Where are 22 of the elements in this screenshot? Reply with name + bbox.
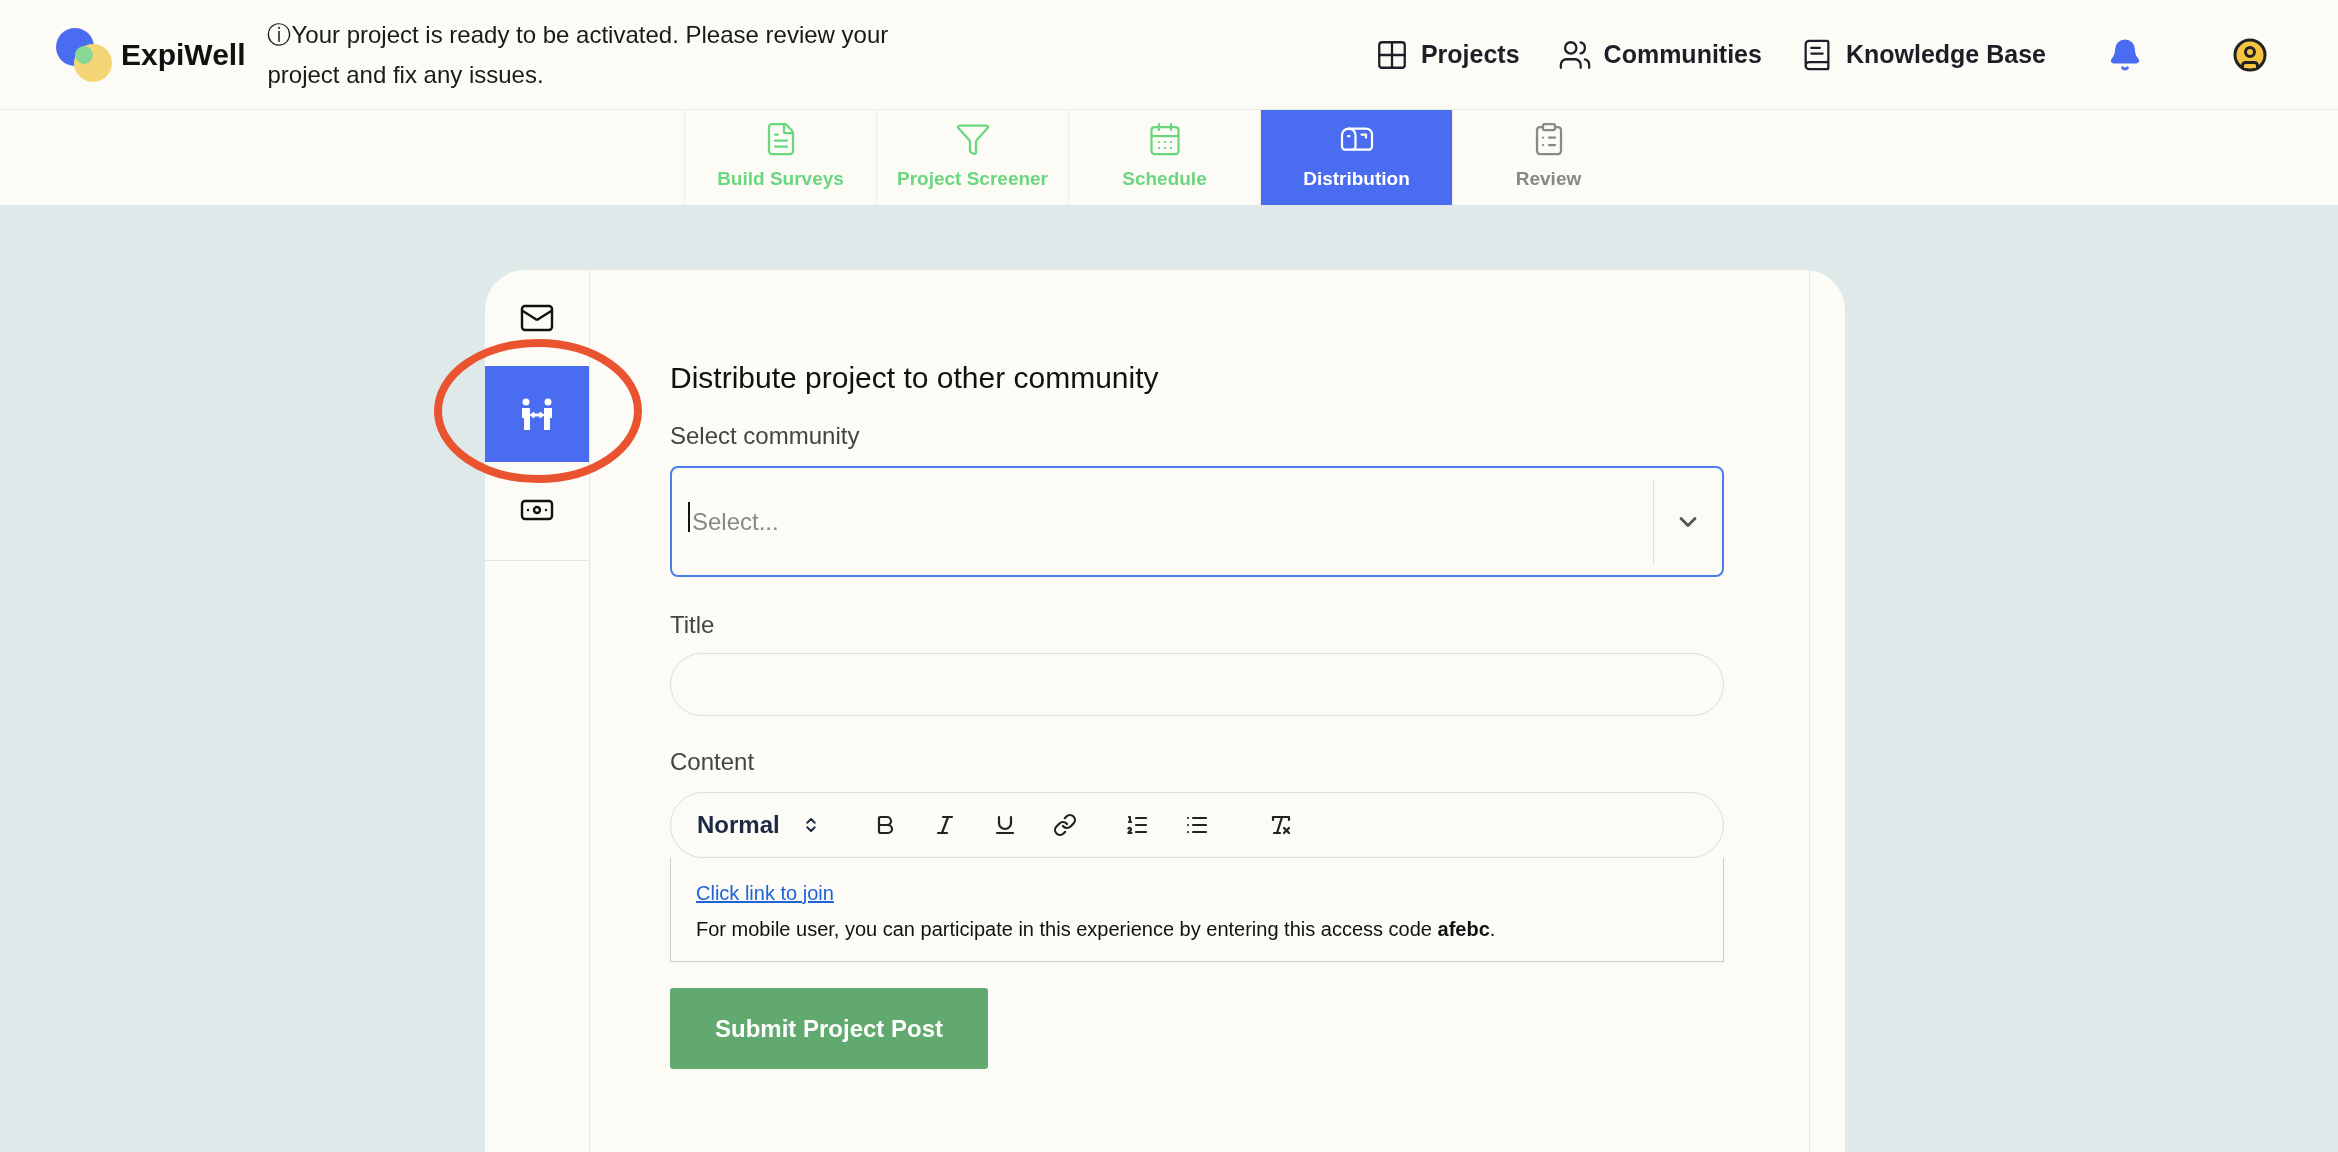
- logo-icon: [55, 26, 113, 83]
- access-code-text: For mobile user, you can participate in this experience by entering this access code afebc.: [696, 917, 1497, 942]
- nav-link[interactable]: Knowledge Base: [1799, 35, 2046, 74]
- people-exchange-icon: [519, 398, 555, 430]
- step-tab[interactable]: Distribution: [1260, 110, 1452, 205]
- submit-button[interactable]: Submit Project Post: [670, 988, 989, 1069]
- field-label: Content: [670, 747, 756, 777]
- user-avatar-icon[interactable]: [2232, 36, 2268, 73]
- funnel-icon: [954, 121, 991, 158]
- brand-name: ExpiWell: [121, 37, 246, 73]
- community-select[interactable]: Select...: [670, 466, 1724, 577]
- nav-link[interactable]: Projects: [1374, 35, 1520, 74]
- format-dropdown[interactable]: Normal: [697, 807, 820, 843]
- notification-bell-icon[interactable]: [2108, 37, 2142, 72]
- field-label: Title: [670, 610, 716, 640]
- field-label: Select community: [670, 421, 861, 451]
- editor-body[interactable]: Click link to join For mobile user, you can participate in this experience by entering this access code afebc.: [670, 858, 1724, 962]
- join-link[interactable]: Click link to join: [696, 882, 834, 904]
- activation-notice: ⓘYour project is ready to be activated. Please review your project and fix any issues.: [267, 19, 890, 90]
- step-tab[interactable]: Review: [1452, 110, 1644, 205]
- nav-link[interactable]: Communities: [1557, 35, 1762, 74]
- form-heading: Distribute project to other community: [670, 360, 1160, 396]
